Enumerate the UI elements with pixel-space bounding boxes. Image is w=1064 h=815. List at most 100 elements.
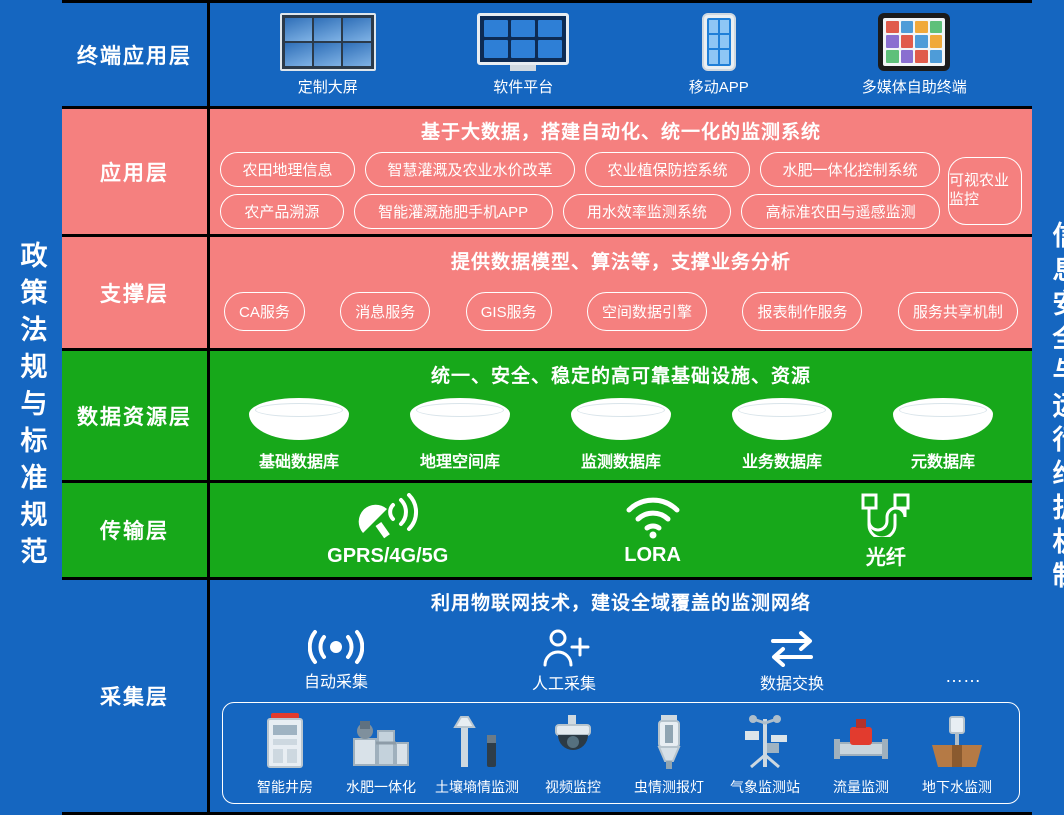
sensor-soil-moisture[interactable]: 土壤墒情监测 bbox=[429, 709, 525, 797]
sensor-video-camera[interactable]: 视频监控 bbox=[525, 709, 621, 797]
database-caption: 元数据库 bbox=[910, 454, 975, 472]
terminal-item-software-platform[interactable]: 软件平台 bbox=[448, 12, 598, 97]
transport-item-lora[interactable]: LORA bbox=[623, 494, 683, 567]
database-caption: 基础数据库 bbox=[258, 454, 339, 472]
sensor-caption: 流量监测 bbox=[833, 779, 889, 796]
app-chip[interactable]: 农产品溯源 bbox=[220, 194, 344, 230]
sensor-insect-lamp[interactable]: 虫情测报灯 bbox=[621, 709, 717, 797]
transport-caption: LORA bbox=[624, 543, 681, 566]
database-caption: 业务数据库 bbox=[741, 454, 822, 472]
support-banner: 提供数据模型、算法等，支撑业务分析 bbox=[450, 252, 791, 274]
person-add-icon bbox=[536, 629, 592, 667]
database-item[interactable]: 监测数据库 bbox=[546, 398, 696, 472]
weather-station-icon bbox=[733, 709, 797, 771]
support-chip[interactable]: 服务共享机制 bbox=[897, 292, 1018, 332]
sensor-caption: 土壤墒情监测 bbox=[435, 779, 519, 796]
support-chip[interactable]: GIS服务 bbox=[465, 292, 552, 332]
sensor-groundwater[interactable]: 地下水监测 bbox=[909, 709, 1005, 797]
broadcast-signal-icon bbox=[308, 629, 364, 665]
app-chip[interactable]: 高标准农田与遥感监测 bbox=[741, 194, 940, 230]
layer-collection: 采集层 利用物联网技术，建设全域覆盖的监测网络 自动采集 人工采集 数据交换 …… bbox=[62, 580, 1032, 813]
app-chip[interactable]: 水肥一体化控制系统 bbox=[760, 152, 940, 188]
right-pillar: 信息安全与运行维护机制 bbox=[1032, 0, 1064, 815]
right-pillar-text: 信息安全与运行维护机制 bbox=[1048, 220, 1064, 595]
layer-data-resource: 数据资源层 统一、安全、稳定的高可靠基础设施、资源 基础数据库 地理空间库 监测… bbox=[62, 351, 1032, 481]
layer-transport: 传输层 GPRS/4G/5G LORA 光纤 bbox=[62, 483, 1032, 578]
collection-method-auto[interactable]: 自动采集 bbox=[261, 629, 411, 692]
terminal-item-video-wall[interactable]: 定制大屏 bbox=[253, 12, 403, 97]
kiosk-terminal-icon bbox=[878, 12, 951, 71]
support-chip[interactable]: 报表制作服务 bbox=[742, 292, 863, 332]
layer-collection-label: 采集层 bbox=[62, 580, 207, 813]
left-pillar: 政策法规与标准规范 bbox=[0, 0, 62, 815]
support-chip[interactable]: CA服务 bbox=[224, 292, 305, 332]
architecture-diagram: 政策法规与标准规范 终端应用层 定制大屏 软件平台 移动APP 多媒体自助终端 … bbox=[0, 0, 1064, 815]
collection-method-exchange[interactable]: 数据交换 bbox=[717, 629, 867, 694]
layer-data-resource-body: 统一、安全、稳定的高可靠基础设施、资源 基础数据库 地理空间库 监测数据库 业务… bbox=[210, 351, 1032, 481]
layer-application: 应用层 基于大数据，搭建自动化、统一化的监测系统 农田地理信息 智慧灌溉及农业水… bbox=[62, 109, 1032, 235]
smartphone-icon bbox=[701, 12, 736, 71]
collection-method-caption: 数据交换 bbox=[759, 676, 824, 694]
application-banner: 基于大数据，搭建自动化、统一化的监测系统 bbox=[420, 122, 821, 144]
collection-method-caption: 人工采集 bbox=[531, 676, 596, 694]
layer-stack: 终端应用层 定制大屏 软件平台 移动APP 多媒体自助终端 应用层 基于大数据，… bbox=[62, 0, 1032, 815]
database-cylinder-icon bbox=[732, 398, 832, 441]
satellite-dish-icon bbox=[357, 492, 419, 541]
transport-item-gprs[interactable]: GPRS/4G/5G bbox=[327, 492, 448, 568]
layer-transport-body: GPRS/4G/5G LORA 光纤 bbox=[210, 483, 1032, 578]
database-cylinder-icon bbox=[893, 398, 993, 441]
layer-data-resource-label: 数据资源层 bbox=[62, 351, 207, 481]
app-chip[interactable]: 智慧灌溉及农业水价改革 bbox=[365, 152, 575, 188]
support-chip[interactable]: 空间数据引擎 bbox=[587, 292, 708, 332]
insect-trap-lamp-icon bbox=[643, 709, 695, 771]
app-chip-visual-monitor[interactable]: 可视农业监控 bbox=[948, 156, 1022, 225]
terminal-item-kiosk[interactable]: 多媒体自助终端 bbox=[839, 12, 989, 97]
layer-support: 支撑层 提供数据模型、算法等，支撑业务分析 CA服务 消息服务 GIS服务 空间… bbox=[62, 237, 1032, 349]
database-item[interactable]: 地理空间库 bbox=[385, 398, 535, 472]
fertigation-machine-icon bbox=[348, 709, 414, 771]
collection-method-manual[interactable]: 人工采集 bbox=[489, 629, 639, 694]
sensor-caption: 视频监控 bbox=[545, 779, 601, 796]
layer-support-label: 支撑层 bbox=[62, 237, 207, 349]
left-pillar-text: 政策法规与标准规范 bbox=[16, 241, 47, 574]
terminal-item-mobile-app[interactable]: 移动APP bbox=[644, 12, 794, 97]
app-chip[interactable]: 智能灌溉施肥手机APP bbox=[353, 194, 553, 230]
database-cylinder-icon bbox=[571, 398, 671, 441]
terminal-caption: 定制大屏 bbox=[297, 78, 358, 96]
sensor-weather-station[interactable]: 气象监测站 bbox=[717, 709, 813, 797]
database-item[interactable]: 基础数据库 bbox=[224, 398, 374, 472]
terminal-caption: 软件平台 bbox=[493, 78, 554, 96]
transport-item-fiber[interactable]: 光纤 bbox=[857, 491, 915, 570]
layer-transport-label: 传输层 bbox=[62, 483, 207, 578]
layer-support-body: 提供数据模型、算法等，支撑业务分析 CA服务 消息服务 GIS服务 空间数据引擎… bbox=[210, 237, 1032, 349]
app-chip[interactable]: 农田地理信息 bbox=[220, 152, 355, 188]
terminal-caption: 多媒体自助终端 bbox=[861, 78, 967, 96]
soil-moisture-probe-icon bbox=[447, 709, 507, 771]
sensor-smart-well[interactable]: 智能井房 bbox=[237, 709, 333, 797]
database-item[interactable]: 业务数据库 bbox=[707, 398, 857, 472]
app-chip[interactable]: 用水效率监测系统 bbox=[562, 194, 732, 230]
dome-camera-icon bbox=[544, 709, 602, 771]
sensor-flow-meter[interactable]: 流量监测 bbox=[813, 709, 909, 797]
sensor-group: 智能井房 水肥一体化 土壤墒情监测 视频监控 虫情测报灯 气象监测站 流量监测 … bbox=[222, 702, 1020, 805]
fiber-optic-icon bbox=[857, 491, 915, 537]
database-caption: 监测数据库 bbox=[580, 454, 661, 472]
smart-well-cabinet-icon bbox=[258, 709, 312, 771]
collection-method-caption: 自动采集 bbox=[303, 674, 368, 692]
terminal-caption: 移动APP bbox=[688, 78, 749, 96]
sensor-caption: 气象监测站 bbox=[730, 779, 800, 796]
layer-collection-body: 利用物联网技术，建设全域覆盖的监测网络 自动采集 人工采集 数据交换 …… 智能… bbox=[210, 580, 1032, 813]
app-chip[interactable]: 农业植保防控系统 bbox=[585, 152, 750, 188]
database-caption: 地理空间库 bbox=[419, 454, 500, 472]
sensor-fertigation[interactable]: 水肥一体化 bbox=[333, 709, 429, 797]
layer-terminal-label: 终端应用层 bbox=[62, 3, 207, 107]
support-chip[interactable]: 消息服务 bbox=[340, 292, 431, 332]
flow-meter-icon bbox=[830, 709, 892, 771]
sensor-caption: 智能井房 bbox=[257, 779, 313, 796]
data-resource-banner: 统一、安全、稳定的高可靠基础设施、资源 bbox=[430, 366, 811, 388]
collection-banner: 利用物联网技术，建设全域覆盖的监测网络 bbox=[430, 593, 811, 615]
database-item[interactable]: 元数据库 bbox=[868, 398, 1018, 472]
desktop-monitor-icon bbox=[477, 12, 570, 71]
layer-application-body: 基于大数据，搭建自动化、统一化的监测系统 农田地理信息 智慧灌溉及农业水价改革 … bbox=[210, 109, 1032, 235]
exchange-arrows-icon bbox=[763, 629, 821, 668]
